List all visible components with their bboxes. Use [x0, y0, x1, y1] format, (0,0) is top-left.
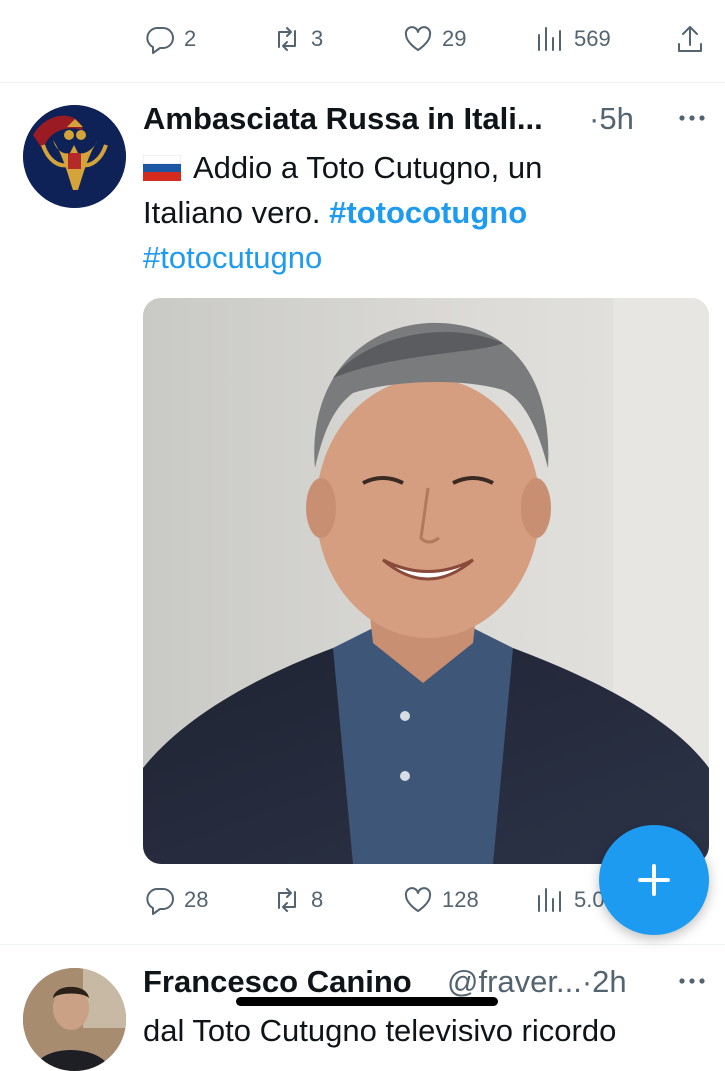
portrait-photo	[143, 298, 709, 864]
retweet-icon	[278, 27, 296, 51]
retweet-count: 3	[311, 26, 324, 51]
person-avatar-icon	[23, 968, 126, 1071]
tweet-divider	[0, 944, 725, 945]
reply-count: 28	[184, 887, 209, 912]
more-options-button[interactable]	[677, 108, 707, 133]
more-icon	[679, 978, 705, 984]
reply-icon	[146, 27, 174, 54]
retweet-button[interactable]: 8	[271, 884, 323, 916]
views-icon	[538, 888, 561, 912]
tweet-text-part2: Italiano vero.	[143, 195, 321, 230]
tweet-meta: ·5h	[589, 101, 634, 137]
reply-button[interactable]: 28	[144, 884, 208, 916]
views-button[interactable]: 5.0	[534, 884, 605, 916]
eagle-emblem-icon	[23, 105, 126, 208]
avatar[interactable]	[23, 968, 126, 1071]
more-options-button[interactable]	[677, 971, 707, 996]
more-icon	[679, 115, 705, 121]
tweet-photo[interactable]	[143, 298, 709, 864]
like-count: 128	[442, 887, 479, 912]
like-button[interactable]: 128	[402, 884, 479, 916]
retweet-count: 8	[311, 887, 324, 912]
compose-tweet-button[interactable]	[599, 825, 709, 935]
reply-button[interactable]: 2	[144, 23, 196, 55]
views-count: 569	[574, 26, 611, 51]
tweet-text-line1: Addio a Toto Cutugno, un	[142, 145, 703, 190]
share-button[interactable]	[674, 23, 706, 55]
author-handle[interactable]: @fraver...	[447, 964, 582, 999]
tweet-time[interactable]: 2h	[592, 964, 626, 999]
tweet-text: Addio a Toto Cutugno, un Italiano vero. …	[142, 145, 703, 280]
author-name[interactable]: Ambasciata Russa in Itali...	[143, 101, 543, 137]
author-name[interactable]: Francesco Canino	[143, 964, 412, 1000]
heart-icon	[404, 887, 432, 912]
tweet-text-part1: Addio a Toto Cutugno, un	[193, 150, 543, 185]
like-count: 29	[442, 26, 467, 51]
tweet-meta: @fraver...·2h	[447, 964, 627, 1000]
reply-icon	[146, 888, 174, 915]
avatar[interactable]	[23, 105, 126, 208]
heart-icon	[404, 26, 432, 51]
reply-count: 2	[184, 26, 197, 51]
hashtag-link[interactable]: #totocotugno	[329, 195, 527, 230]
like-button[interactable]: 29	[402, 23, 466, 55]
meta-separator: ·	[589, 101, 600, 136]
tweet-text: dal Toto Cutugno televisivo ricordo	[143, 1013, 617, 1048]
tweet-text-line2: Italiano vero. #totocotugno	[143, 190, 703, 235]
retweet-icon	[278, 888, 296, 912]
retweet-button[interactable]: 3	[271, 23, 323, 55]
views-button[interactable]: 569	[534, 23, 611, 55]
views-icon	[538, 27, 561, 51]
plus-icon	[638, 864, 670, 896]
meta-separator: ·	[581, 964, 593, 999]
share-icon	[678, 26, 702, 52]
russia-flag-icon	[142, 154, 182, 181]
hashtag-link[interactable]: #totocutugno	[143, 240, 322, 275]
tweet-divider	[0, 82, 725, 83]
home-indicator	[236, 997, 498, 1006]
tweet-text-line3: #totocutugno	[143, 235, 703, 280]
tweet-time[interactable]: 5h	[599, 101, 633, 136]
